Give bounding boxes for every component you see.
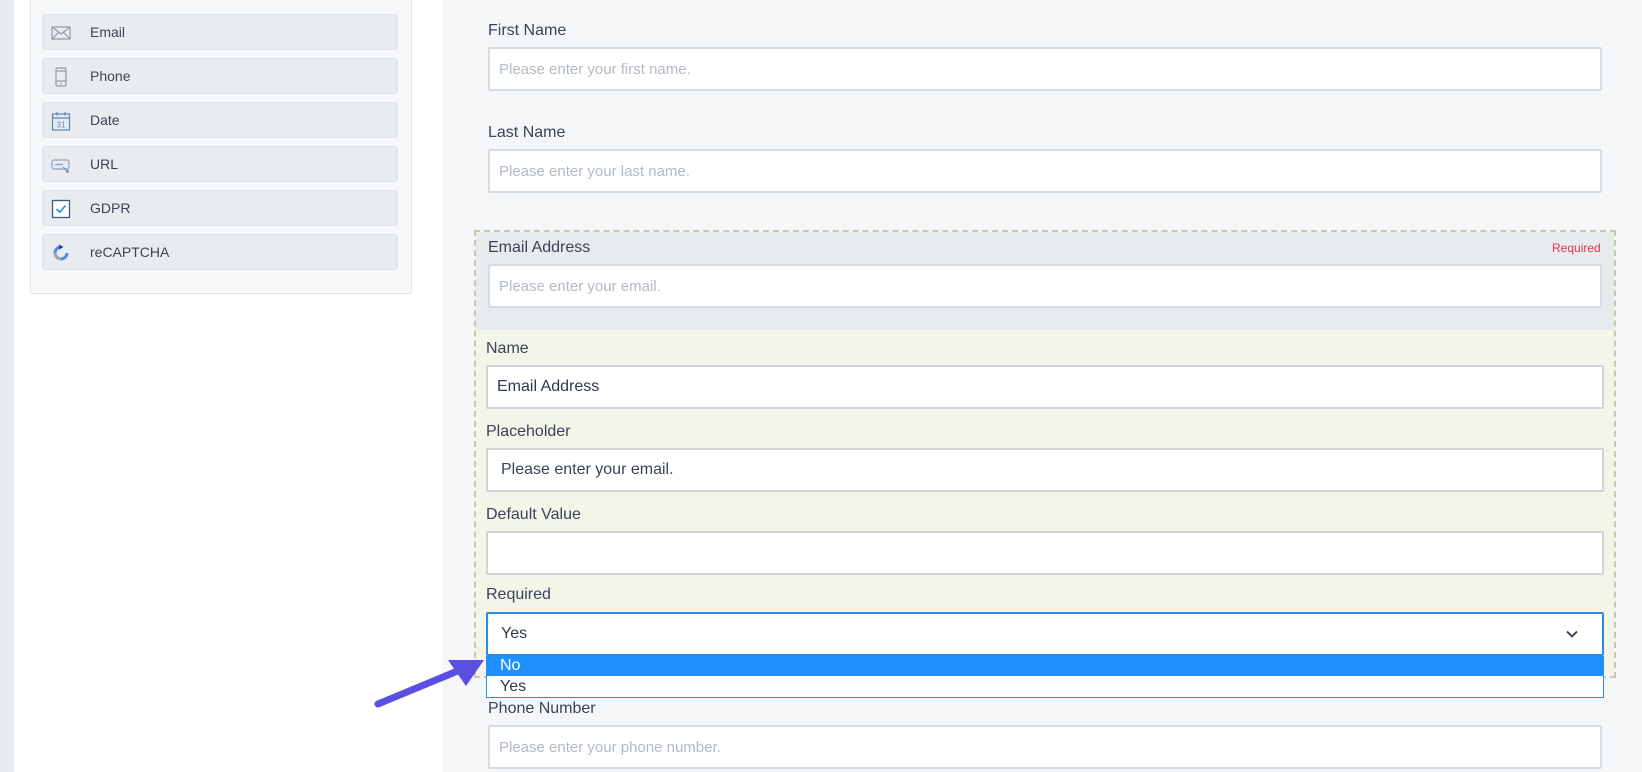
- setting-placeholder-input[interactable]: [486, 448, 1604, 492]
- sidebar-item-email[interactable]: Email: [42, 14, 398, 50]
- envelope-icon: [51, 26, 71, 40]
- setting-required-label: Required: [486, 586, 551, 603]
- checkbox-icon: [51, 199, 71, 219]
- sidebar-item-date[interactable]: 31 Date: [42, 102, 398, 138]
- sidebar-item-phone[interactable]: Phone: [42, 58, 398, 94]
- email-input[interactable]: [488, 264, 1602, 308]
- last-name-label: Last Name: [488, 124, 566, 141]
- sidebar-item-label: URL: [90, 156, 119, 172]
- phone-input[interactable]: [488, 725, 1602, 769]
- recaptcha-icon: [53, 244, 69, 261]
- left-edge-strip: [0, 0, 14, 772]
- setting-name-input[interactable]: [486, 365, 1604, 409]
- dropdown-option-yes[interactable]: Yes: [487, 677, 1603, 697]
- sidebar-item-gdpr[interactable]: GDPR: [42, 190, 398, 226]
- required-select[interactable]: Yes: [486, 612, 1604, 656]
- setting-placeholder-label: Placeholder: [486, 423, 571, 440]
- link-icon: [51, 159, 70, 173]
- sidebar-item-label: Phone: [90, 68, 131, 84]
- phone-icon: [55, 67, 67, 87]
- first-name-input[interactable]: [488, 47, 1602, 91]
- sidebar-item-label: reCAPTCHA: [90, 244, 170, 260]
- phone-label: Phone Number: [488, 700, 596, 717]
- sidebar-item-label: Date: [90, 112, 120, 128]
- sidebar-item-label: GDPR: [90, 200, 131, 216]
- dropdown-option-no[interactable]: No: [487, 656, 1603, 676]
- sidebar-item-recaptcha[interactable]: reCAPTCHA: [42, 234, 398, 270]
- setting-default-input[interactable]: [486, 531, 1604, 575]
- setting-name-label: Name: [486, 340, 529, 357]
- sidebar-item-label: Email: [90, 24, 126, 40]
- email-label: Email Address: [488, 239, 591, 256]
- first-name-label: First Name: [488, 22, 567, 39]
- setting-default-label: Default Value: [486, 506, 581, 523]
- annotation-arrow-icon: [374, 660, 484, 708]
- required-badge: Required: [1552, 241, 1601, 255]
- last-name-input[interactable]: [488, 149, 1602, 193]
- calendar-day-text: 31: [57, 121, 66, 130]
- required-dropdown-list: No Yes: [486, 656, 1604, 698]
- sidebar-item-url[interactable]: URL: [42, 146, 398, 182]
- chevron-down-icon: [1566, 630, 1578, 638]
- required-select-value: Yes: [501, 625, 528, 642]
- calendar-icon: 31: [51, 112, 71, 131]
